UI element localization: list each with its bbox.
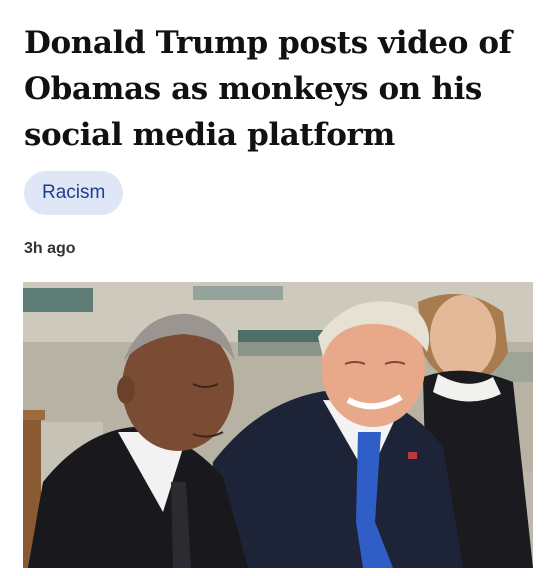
- article-timestamp: 3h ago: [24, 240, 76, 257]
- article-photo[interactable]: [23, 282, 533, 568]
- article-headline[interactable]: Donald Trump posts video of Obamas as mo…: [24, 20, 534, 158]
- news-photo-illustration: [23, 282, 533, 568]
- topic-tag-button[interactable]: Racism: [24, 171, 124, 215]
